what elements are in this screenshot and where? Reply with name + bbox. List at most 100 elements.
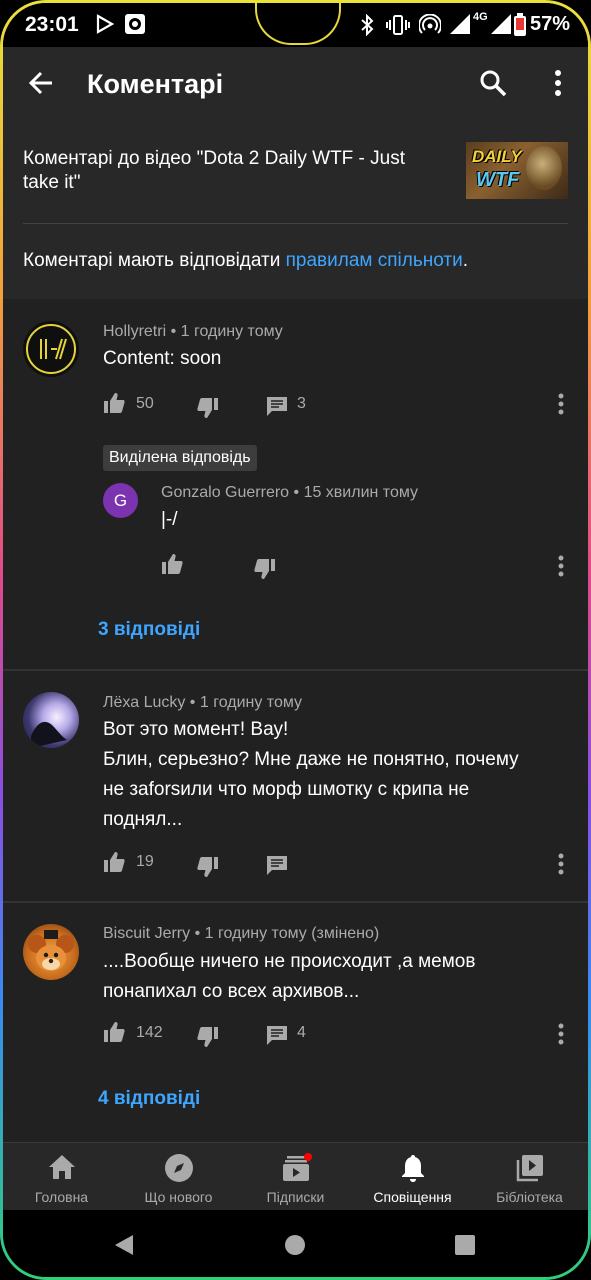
video-thumbnail[interactable]: DAILY WTF bbox=[466, 142, 568, 199]
screen: 23:01 4G 57% Коментарі Коментарі до віде… bbox=[3, 3, 588, 1277]
thumb-up-icon bbox=[104, 393, 125, 413]
comment-text: Content: soon bbox=[103, 348, 222, 369]
more-vert-icon bbox=[555, 70, 561, 96]
app-bar: Коментарі bbox=[3, 47, 588, 119]
network-type: 4G bbox=[473, 11, 488, 23]
avatar[interactable] bbox=[23, 692, 79, 748]
bottom-navigation: Головна Що нового Підписки Сповіщення Бі… bbox=[3, 1142, 588, 1211]
reply-dislike-button[interactable] bbox=[254, 558, 276, 580]
dislike-button[interactable] bbox=[197, 856, 219, 878]
comment-text: Вот это момент! Вау! Блин, серьезно? Мне… bbox=[103, 715, 573, 835]
thumbnail-text-wtf: WTF bbox=[476, 169, 520, 191]
thumb-up-icon bbox=[104, 852, 125, 872]
comment-menu-button[interactable] bbox=[558, 393, 564, 415]
comment-menu-button[interactable] bbox=[558, 853, 564, 875]
explore-icon bbox=[164, 1154, 193, 1182]
comments-list[interactable]: Hollyretri • 1 годину тому Content: soon… bbox=[3, 299, 588, 1142]
highlighted-reply-badge: Виділена відповідь bbox=[103, 445, 257, 471]
nav-home[interactable]: Головна bbox=[3, 1143, 120, 1211]
thumb-up-icon bbox=[104, 1022, 125, 1042]
comment-meta: Biscuit Jerry • 1 годину тому (змінено) bbox=[103, 925, 380, 942]
comment-time: 1 годину тому bbox=[199, 694, 303, 711]
home-icon bbox=[48, 1155, 75, 1179]
battery-percent: 57% bbox=[530, 13, 571, 35]
system-back-button[interactable] bbox=[109, 1230, 139, 1260]
rules-suffix: . bbox=[462, 250, 468, 271]
nav-notifications[interactable]: Сповіщення bbox=[354, 1143, 471, 1211]
system-home-button[interactable] bbox=[280, 1230, 310, 1260]
like-button[interactable] bbox=[103, 851, 125, 873]
like-count: 142 bbox=[136, 1024, 163, 1041]
comment-item: Лёха Lucky • 1 годину тому Вот это момен… bbox=[3, 671, 588, 901]
arrow-back-icon bbox=[28, 71, 52, 95]
comment-item: Hollyretri • 1 годину тому Content: soon… bbox=[3, 299, 588, 669]
battery-icon bbox=[513, 13, 527, 42]
hotspot-icon bbox=[418, 13, 442, 41]
comment-author[interactable]: Hollyretri bbox=[103, 323, 166, 340]
reply-comment-icon bbox=[267, 1026, 287, 1045]
page-title: Коментарі bbox=[87, 69, 224, 99]
nav-label: Головна bbox=[34, 1189, 89, 1205]
community-guidelines-link[interactable]: правилам спільноти bbox=[286, 250, 463, 271]
search-icon bbox=[480, 70, 507, 97]
header-divider bbox=[23, 223, 568, 224]
reply-text: |-/ bbox=[161, 509, 178, 530]
band-logo-icon bbox=[26, 324, 76, 374]
thumb-down-icon bbox=[254, 559, 275, 579]
back-button[interactable] bbox=[21, 65, 61, 101]
reply-menu-button[interactable] bbox=[558, 555, 564, 577]
more-vert-icon bbox=[558, 853, 564, 875]
like-button[interactable] bbox=[103, 1021, 125, 1043]
reply-avatar[interactable]: G bbox=[103, 483, 138, 518]
nav-explore[interactable]: Що нового bbox=[120, 1143, 237, 1211]
nav-label: Що нового bbox=[144, 1189, 213, 1205]
comment-text: ....Вообще ничего не происходит ,а мемов… bbox=[103, 947, 573, 1007]
dislike-button[interactable] bbox=[197, 397, 219, 419]
reply-comment-icon bbox=[267, 397, 287, 416]
comment-author[interactable]: Лёха Lucky bbox=[103, 694, 185, 711]
status-time: 23:01 bbox=[25, 13, 79, 36]
video-title[interactable]: Коментарі до відео "Dota 2 Daily WTF - J… bbox=[23, 147, 443, 195]
dislike-button[interactable] bbox=[197, 1026, 219, 1048]
comment-text-line: ....Вообще ничего не происходит ,а мемов bbox=[103, 951, 476, 972]
play-store-icon bbox=[95, 14, 115, 39]
reply-meta: Gonzalo Guerrero • 15 хвилин тому bbox=[161, 484, 419, 501]
more-vert-icon bbox=[558, 1023, 564, 1045]
reply-like-button[interactable] bbox=[161, 553, 183, 575]
like-button[interactable] bbox=[103, 392, 125, 414]
view-replies-button[interactable]: 4 відповіді bbox=[98, 1088, 200, 1110]
signal-icon bbox=[450, 14, 470, 39]
more-vert-icon bbox=[558, 393, 564, 415]
avatar[interactable] bbox=[23, 924, 79, 980]
thumbnail-text-daily: DAILY bbox=[472, 147, 522, 166]
avatar[interactable] bbox=[23, 321, 79, 377]
search-button[interactable] bbox=[473, 65, 513, 101]
reply-count: 3 bbox=[297, 395, 306, 412]
reply-count: 4 bbox=[297, 1024, 306, 1041]
bluetooth-icon bbox=[360, 13, 374, 41]
thumb-up-icon bbox=[162, 554, 183, 574]
rules-text: Коментарі мають відповідати bbox=[23, 250, 286, 271]
comment-text-line: понапихал со всех архивов... bbox=[103, 981, 360, 1002]
comment-time: 1 годину тому (змінено) bbox=[204, 925, 380, 942]
camera-notch bbox=[255, 3, 341, 45]
system-recents-button[interactable] bbox=[450, 1230, 480, 1260]
comment-menu-button[interactable] bbox=[558, 1023, 564, 1045]
comment-text-line: поднял... bbox=[103, 809, 183, 830]
reply-button[interactable] bbox=[266, 854, 288, 876]
like-count: 19 bbox=[136, 853, 154, 870]
reply-time: 15 хвилин тому bbox=[303, 484, 419, 501]
comment-text-line: не заforsили что морф шмотку с крипа не bbox=[103, 779, 470, 800]
status-bar: 23:01 4G 57% bbox=[3, 3, 588, 47]
comment-author[interactable]: Biscuit Jerry bbox=[103, 925, 190, 942]
reply-button[interactable] bbox=[266, 1024, 288, 1046]
more-button[interactable] bbox=[543, 65, 573, 101]
nav-label: Бібліотека bbox=[496, 1189, 563, 1205]
thumbnail-character bbox=[526, 146, 562, 190]
nav-library[interactable]: Бібліотека bbox=[471, 1143, 588, 1211]
reply-button[interactable] bbox=[266, 395, 288, 417]
nav-subscriptions[interactable]: Підписки bbox=[237, 1143, 354, 1211]
view-replies-button[interactable]: 3 відповіді bbox=[98, 619, 200, 641]
reply-author[interactable]: Gonzalo Guerrero bbox=[161, 484, 289, 501]
comment-text-line: Блин, серьезно? Мне даже не понятно, поч… bbox=[103, 749, 519, 770]
